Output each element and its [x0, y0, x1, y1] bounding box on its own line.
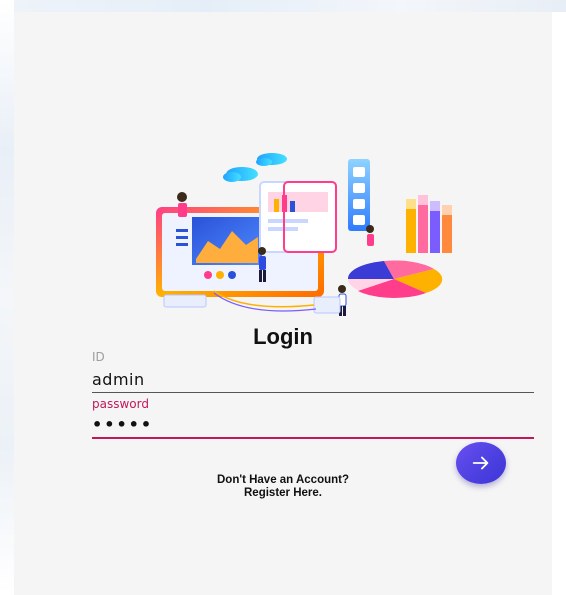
id-label: ID — [92, 350, 105, 364]
register-line-1: Don't Have an Account? — [216, 474, 349, 486]
arrow-right-icon — [472, 456, 489, 470]
login-screen: Login ID password — [14, 12, 552, 595]
page-title: Login — [253, 324, 313, 349]
register-line-2: Register Here. — [244, 487, 322, 499]
register-link[interactable]: Don't Have an Account? Register Here. — [0, 474, 566, 500]
top-strip — [14, 0, 566, 12]
app-frame: Login ID password Don't Have an Account?… — [0, 0, 566, 595]
password-input[interactable] — [92, 411, 534, 439]
id-input[interactable] — [92, 366, 534, 393]
analytics-dashboard-illustration — [156, 153, 452, 316]
edge-strip — [0, 0, 14, 595]
password-label: password — [92, 397, 149, 411]
